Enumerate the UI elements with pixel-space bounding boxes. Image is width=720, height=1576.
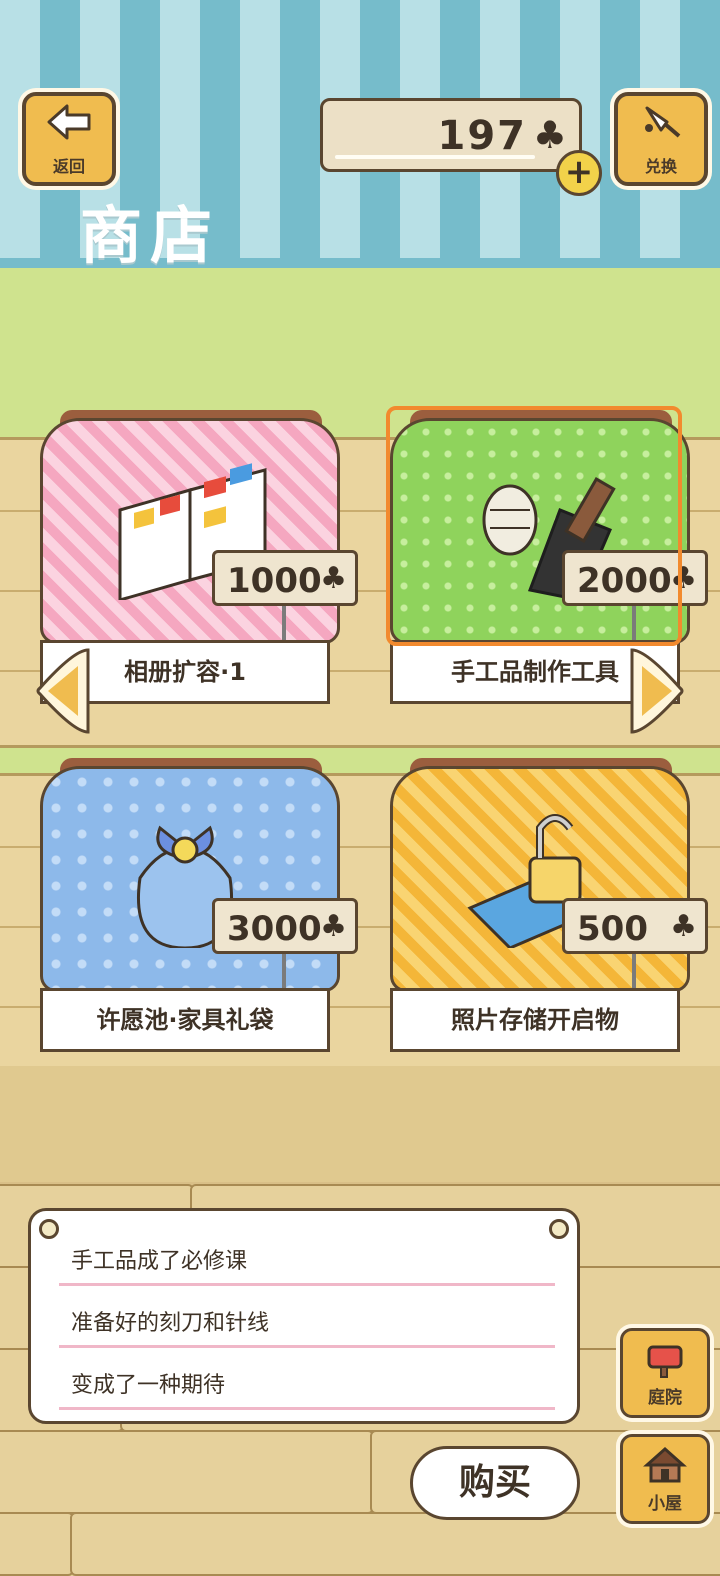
description-line: 准备好的刻刀和针线 <box>71 1311 270 1336</box>
clover-icon: ♣ <box>670 909 697 944</box>
currency-amount: 197 <box>437 113 527 159</box>
page-title: 商店 <box>80 199 221 272</box>
yard-button[interactable]: 庭院 <box>620 1328 710 1418</box>
pin-icon <box>39 1219 59 1239</box>
house-button[interactable]: 小屋 <box>620 1434 710 1524</box>
divider <box>59 1283 555 1286</box>
item-name: 照片存储开启物 <box>390 988 680 1052</box>
floor-gap <box>0 1066 720 1182</box>
exchange-label: 兑换 <box>644 156 677 176</box>
chevron-left-icon <box>36 648 90 734</box>
price-tag: 500 ♣ <box>562 898 708 954</box>
price-value: 500 <box>577 909 648 949</box>
buy-button[interactable]: 购买 <box>410 1446 580 1520</box>
prev-page-button[interactable] <box>34 646 92 736</box>
exchange-button[interactable]: 兑换 <box>614 92 708 186</box>
price-value: 1000 <box>227 561 322 601</box>
description-line: 手工品成了必修课 <box>71 1249 248 1274</box>
item-name: 许愿池·家具礼袋 <box>40 988 330 1052</box>
tag-string <box>282 954 286 992</box>
tag-string <box>282 606 286 644</box>
clover-icon: ♣ <box>532 113 567 157</box>
back-arrow-icon <box>45 102 93 149</box>
clover-icon: ♣ <box>320 561 347 596</box>
house-icon <box>643 1446 687 1482</box>
description-board: 手工品成了必修课 准备好的刻刀和针线 变成了一种期待 <box>28 1208 580 1424</box>
price-tag: 1000 ♣ <box>212 550 358 606</box>
description-line: 变成了一种期待 <box>71 1373 226 1398</box>
price-value: 3000 <box>227 909 322 949</box>
yard-mailbox-icon <box>647 1345 683 1378</box>
currency-display: 197 ♣ <box>320 98 582 172</box>
divider <box>59 1345 555 1348</box>
selection-highlight <box>386 406 682 646</box>
clover-icon: ♣ <box>320 909 347 944</box>
back-button[interactable]: 返回 <box>22 92 116 186</box>
pin-icon <box>549 1219 569 1239</box>
bell-icon <box>639 102 683 149</box>
next-page-button[interactable] <box>628 646 686 736</box>
price-tag: 3000 ♣ <box>212 898 358 954</box>
tag-string <box>632 954 636 992</box>
back-label: 返回 <box>52 156 85 176</box>
add-currency-button[interactable]: + <box>556 150 602 196</box>
shop-item-photo-unlock[interactable]: 500 ♣ 照片存储开启物 <box>390 758 708 1058</box>
currency-shine <box>335 155 535 159</box>
chevron-right-icon <box>630 648 684 734</box>
house-label: 小屋 <box>648 1493 682 1514</box>
yard-label: 庭院 <box>648 1387 682 1408</box>
shop-item-gift-bag[interactable]: 3000 ♣ 许愿池·家具礼袋 <box>40 758 358 1058</box>
divider <box>59 1407 555 1410</box>
